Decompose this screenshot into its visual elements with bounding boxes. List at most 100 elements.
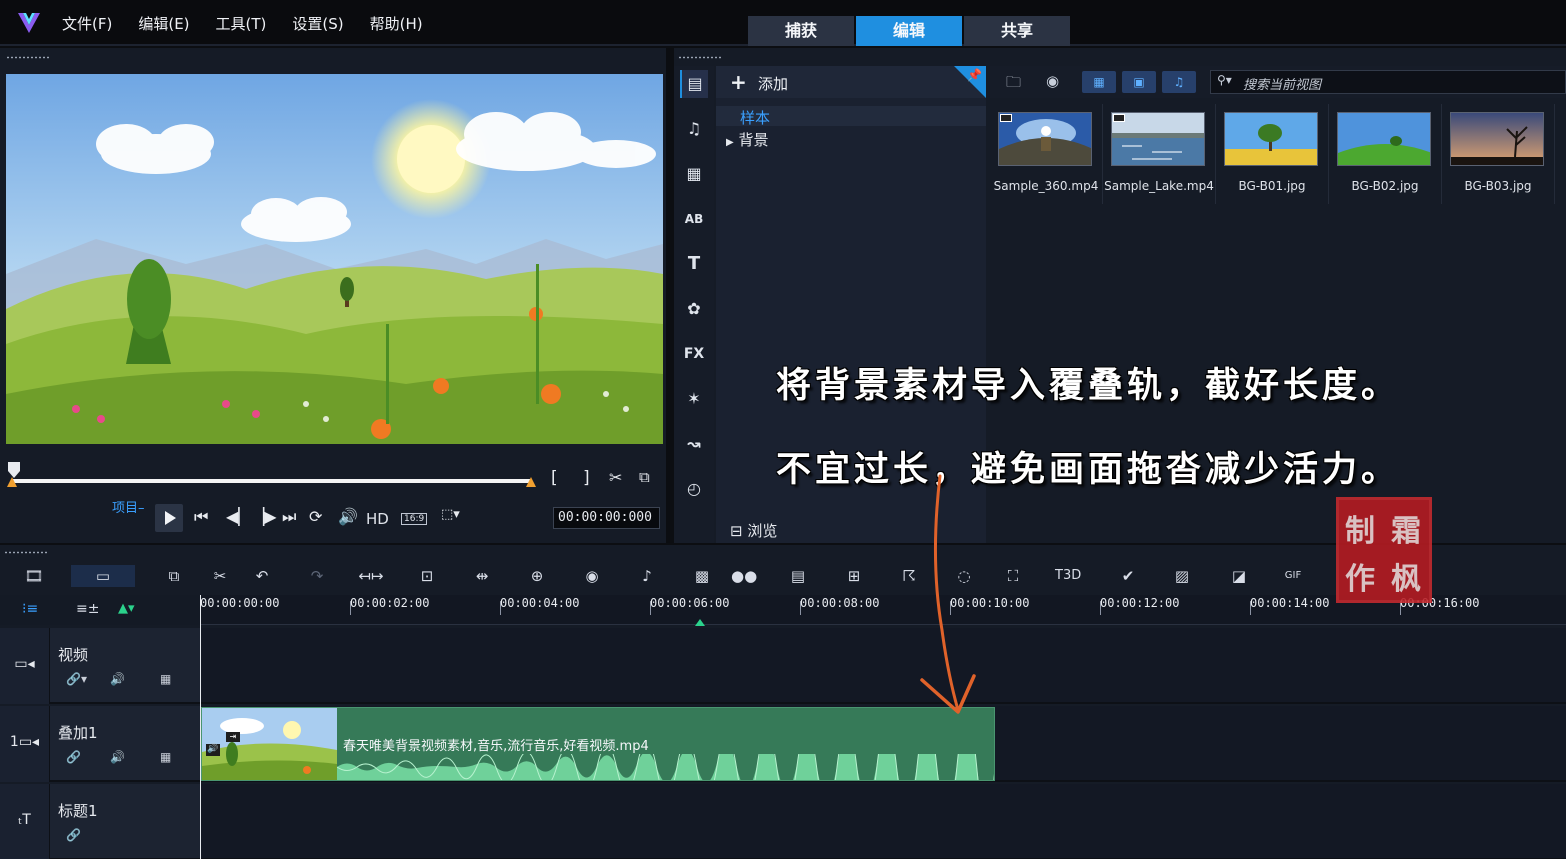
- mask-icon[interactable]: ✔: [1115, 565, 1141, 587]
- fx-icon[interactable]: FX: [680, 340, 708, 368]
- audio-icon[interactable]: ♫: [680, 115, 708, 143]
- thumbnail-image: [1224, 112, 1318, 166]
- menu-edit[interactable]: 编辑(E): [138, 13, 189, 34]
- add-folder-button[interactable]: + 添加: [716, 66, 986, 98]
- timeline-view-icon[interactable]: ▭: [71, 565, 135, 587]
- speed-icon[interactable]: ◴: [680, 475, 708, 503]
- overlay-clip[interactable]: 🔊 ⇥ 春天唯美背景视频素材,音乐,流行音乐,好看视频.mp4: [201, 707, 995, 781]
- library-search[interactable]: ⚲▾ 搜索当前视图: [1210, 70, 1566, 94]
- playhead-handle[interactable]: [8, 462, 20, 478]
- tools-icon[interactable]: ✂: [207, 565, 233, 587]
- filter-magic-icon[interactable]: ✶: [680, 385, 708, 413]
- folder-item-background[interactable]: ▶ 背景: [726, 129, 769, 150]
- transition-icon[interactable]: AB: [680, 205, 708, 233]
- subtitle-editor-icon[interactable]: ▤: [785, 565, 811, 587]
- prev-frame-icon[interactable]: ◀▏: [226, 507, 251, 526]
- go-start-icon[interactable]: ⏮: [194, 507, 208, 527]
- folder-item-sample[interactable]: 样本: [740, 107, 770, 128]
- path-icon[interactable]: ↝: [680, 430, 708, 458]
- browse-button[interactable]: ⊟ 浏览: [730, 520, 777, 541]
- play-button[interactable]: [155, 504, 183, 532]
- title-icon[interactable]: T: [680, 250, 708, 278]
- track-volume-icon[interactable]: 🔊: [110, 750, 125, 764]
- panel-grip[interactable]: [6, 56, 50, 59]
- undo-icon[interactable]: ↶: [249, 565, 275, 587]
- track-volume-icon[interactable]: 🔊: [110, 672, 125, 686]
- stamp-char: 制: [1345, 514, 1375, 549]
- go-end-icon[interactable]: ⏭: [282, 507, 296, 527]
- tab-share[interactable]: 共享: [964, 16, 1070, 46]
- track-grid-icon[interactable]: ▦: [160, 672, 171, 686]
- mode-project[interactable]: 项目–: [112, 500, 145, 517]
- chapter-marker[interactable]: [695, 619, 705, 626]
- enlarge-preview-icon[interactable]: ⧉: [639, 468, 650, 486]
- instant-project-icon[interactable]: ▦: [680, 160, 708, 188]
- chapter-marker-icon[interactable]: ▲▾: [118, 601, 135, 616]
- tab-edit[interactable]: 编辑: [856, 16, 962, 46]
- thumbnail-sample-360[interactable]: Sample_360.mp4: [990, 104, 1102, 204]
- gif-creator-icon[interactable]: GIF: [1280, 565, 1306, 587]
- record-capture-icon[interactable]: ◉: [579, 565, 605, 587]
- split-screen-icon[interactable]: ⊞: [841, 565, 867, 587]
- ripple-editing-icon[interactable]: ⇹: [469, 565, 495, 587]
- track-manager-icon[interactable]: ⁝≡: [22, 601, 38, 617]
- volume-icon[interactable]: 🔊: [338, 507, 358, 526]
- repeat-icon[interactable]: ⟳: [309, 507, 322, 526]
- next-frame-icon[interactable]: ▕▶: [252, 507, 277, 526]
- timeline-playhead[interactable]: [200, 595, 201, 859]
- color-grading-icon[interactable]: ●●: [731, 565, 757, 587]
- link-icon[interactable]: 🔗▾: [66, 672, 87, 686]
- show-videos-toggle[interactable]: ▦: [1082, 71, 1116, 93]
- app-logo-icon: [18, 13, 40, 33]
- link-icon[interactable]: 🔗: [66, 750, 81, 764]
- tab-capture[interactable]: 捕获: [748, 16, 854, 46]
- redo-icon[interactable]: ↷: [304, 565, 330, 587]
- menu-file[interactable]: 文件(F): [62, 13, 112, 34]
- menu-tools[interactable]: 工具(T): [216, 13, 267, 34]
- thumbnail-sample-lake[interactable]: Sample_Lake.mp4: [1103, 104, 1215, 204]
- play-mode-selector[interactable]: 项目– 素材–: [112, 500, 1107, 736]
- link-icon[interactable]: 🔗: [66, 828, 81, 842]
- audio-waveform-icon[interactable]: ♪: [634, 565, 660, 587]
- smart-proxy-icon[interactable]: ⊡: [414, 565, 440, 587]
- scrub-bar[interactable]: [12, 479, 532, 483]
- trim-out-marker[interactable]: [526, 477, 536, 487]
- timecode-field[interactable]: 00:00:00:000: [553, 507, 660, 529]
- thumbnail-bg-b01[interactable]: BG-B01.jpg: [1216, 104, 1328, 204]
- thumbnail-bg-b02[interactable]: BG-B02.jpg: [1329, 104, 1441, 204]
- aspect-ratio-button[interactable]: 16:9: [401, 513, 428, 525]
- title-track-icon: ₜT: [0, 784, 50, 859]
- panel-grip[interactable]: [4, 551, 48, 554]
- add-chapter-icon[interactable]: ≡±: [76, 601, 99, 617]
- menu-settings[interactable]: 设置(S): [292, 13, 343, 34]
- multi-camera-icon[interactable]: ⧉: [161, 565, 187, 587]
- auto-music-icon[interactable]: ▩: [689, 565, 715, 587]
- media-icon[interactable]: ▤: [680, 70, 708, 98]
- mark-in-button[interactable]: [: [551, 468, 558, 488]
- zoom-select-icon[interactable]: ⬚▾: [441, 507, 460, 522]
- screen-capture-icon[interactable]: ⛶: [1000, 565, 1026, 587]
- mark-out-button[interactable]: ]: [583, 468, 590, 488]
- show-audio-toggle[interactable]: ♫: [1162, 71, 1196, 93]
- track-lane-video[interactable]: [200, 628, 1566, 704]
- stop-motion-icon[interactable]: ▨: [1169, 565, 1195, 587]
- graphics-icon[interactable]: ✿: [680, 295, 708, 323]
- import-folder-icon[interactable]: 🗀: [1006, 72, 1021, 97]
- hd-preview-toggle[interactable]: HD: [366, 510, 389, 528]
- thumbnail-image: [998, 112, 1092, 166]
- thumbnail-bg-b03[interactable]: BG-B03.jpg: [1442, 104, 1554, 204]
- split-scissors-icon[interactable]: ✂: [609, 468, 622, 487]
- storyboard-view-icon[interactable]: 🎞: [21, 565, 47, 587]
- track-grid-icon[interactable]: ▦: [160, 750, 171, 764]
- track-lane-title[interactable]: [200, 784, 1566, 859]
- trim-in-marker[interactable]: [7, 477, 17, 487]
- 3d-title-icon[interactable]: T3D: [1055, 565, 1081, 587]
- fit-to-window-icon[interactable]: ↤↦: [358, 565, 384, 587]
- painting-icon[interactable]: ◪: [1226, 565, 1252, 587]
- expand-arrow-icon[interactable]: ▶: [726, 137, 734, 148]
- mask-creator-icon[interactable]: ⊕: [524, 565, 550, 587]
- panel-grip[interactable]: [678, 56, 722, 59]
- menu-help[interactable]: 帮助(H): [370, 13, 423, 34]
- capture-icon[interactable]: ◉: [1046, 72, 1059, 90]
- show-photos-toggle[interactable]: ▣: [1122, 71, 1156, 93]
